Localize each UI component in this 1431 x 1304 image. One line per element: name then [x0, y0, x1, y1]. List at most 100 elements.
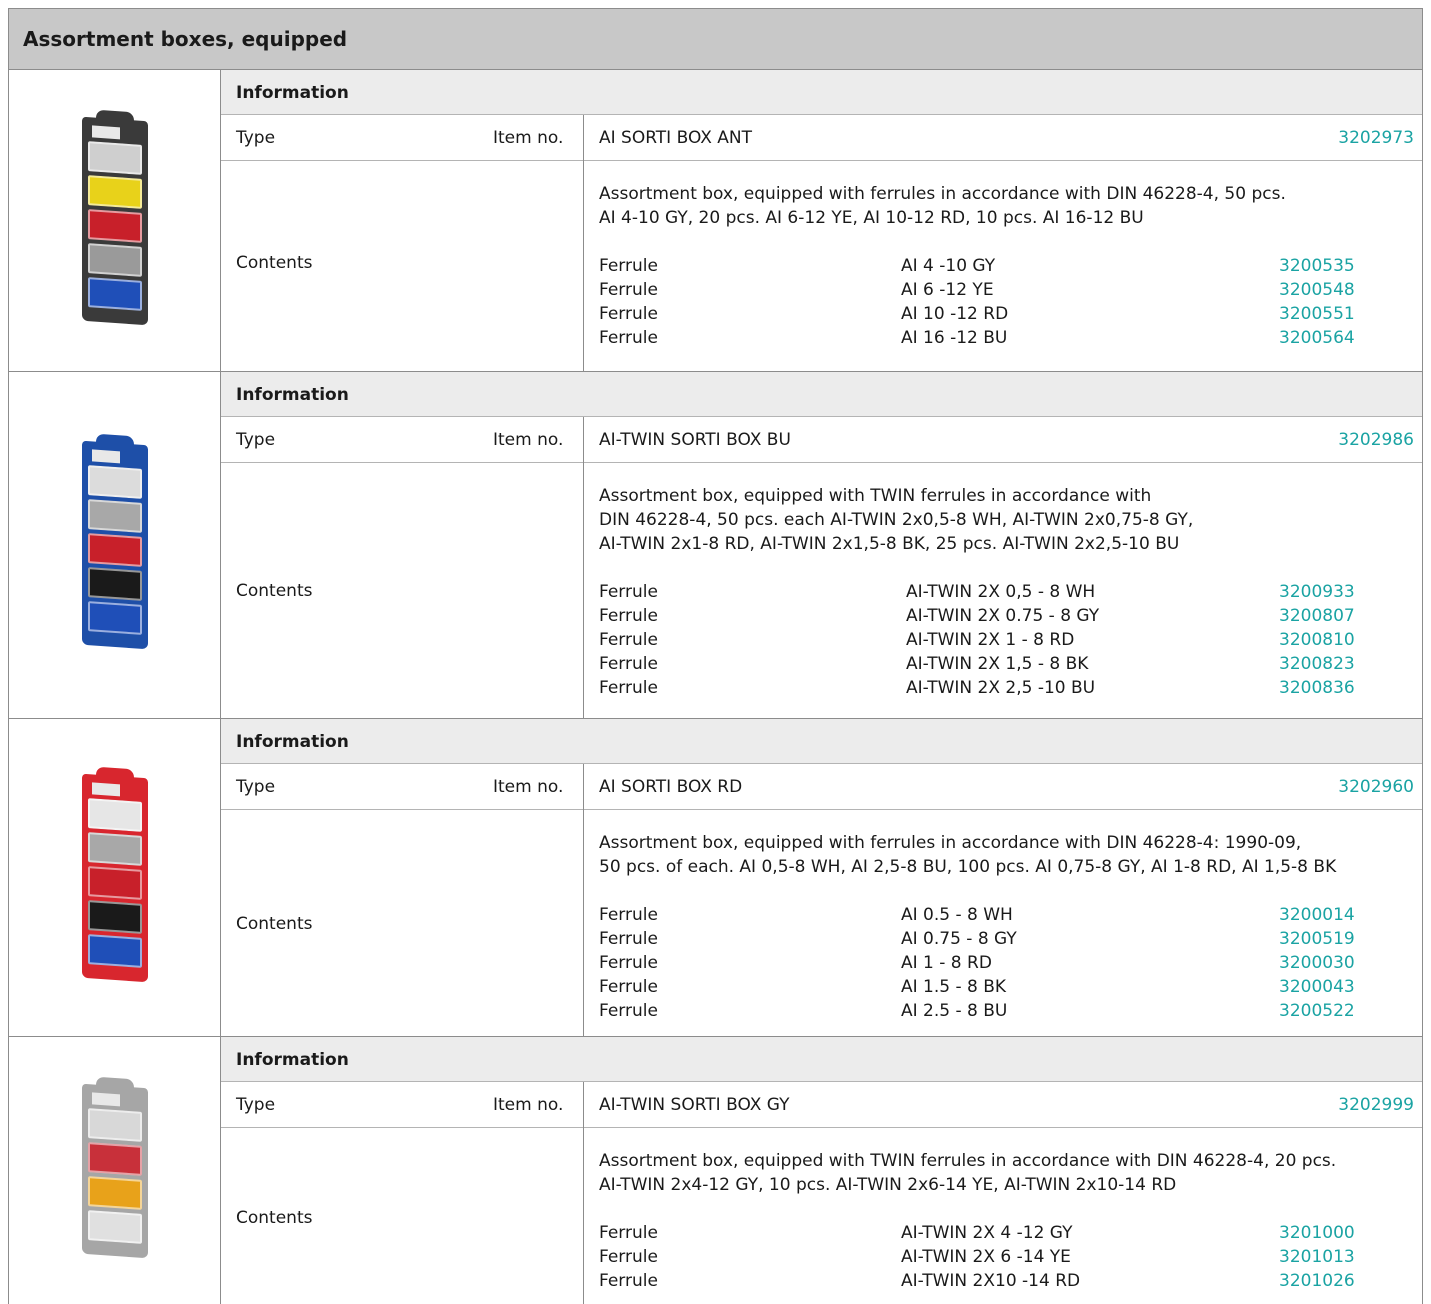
ferrule-row: Ferrule AI-TWIN 2X 1 - 8 RD 3200810 — [599, 628, 1422, 652]
drawer — [87, 499, 142, 533]
ferrule-row: Ferrule AI 0.5 - 8 WH 3200014 — [599, 903, 1422, 927]
contents-description: Assortment box, equipped with TWIN ferru… — [599, 484, 1193, 556]
ferrule-item-link[interactable]: 3200030 — [1279, 951, 1355, 975]
ferrule-name: Ferrule — [599, 256, 658, 276]
product-block: Information Type Item no. AI-TWIN SORTI … — [9, 1037, 1422, 1304]
ferrule-row: Ferrule AI-TWIN 2X 4 -12 GY 3201000 — [599, 1221, 1422, 1245]
ferrule-row: Ferrule AI-TWIN 2X 2,5 -10 BU 3200836 — [599, 676, 1422, 700]
ferrule-item-link[interactable]: 3200810 — [1279, 628, 1355, 652]
type-row: Type Item no. AI SORTI BOX ANT 3202973 — [221, 115, 1422, 161]
drawer — [87, 865, 142, 900]
drawer — [87, 140, 142, 175]
ferrule-row: Ferrule AI-TWIN 2X10 -14 RD 3201026 — [599, 1269, 1422, 1293]
drawer — [87, 1141, 142, 1176]
ferrule-type: AI-TWIN 2X 1 - 8 RD — [906, 630, 1075, 650]
hanger — [95, 766, 134, 785]
contents-description: Assortment box, equipped with ferrules i… — [599, 182, 1286, 230]
ferrule-item-link[interactable]: 3201013 — [1279, 1245, 1355, 1269]
information-header: Information — [221, 70, 1422, 115]
ferrule-name: Ferrule — [599, 630, 658, 650]
description-line: Assortment box, equipped with ferrules i… — [599, 833, 1302, 853]
ferrule-item-link[interactable]: 3200535 — [1279, 254, 1355, 278]
drawer — [87, 1175, 142, 1210]
ferrule-name: Ferrule — [599, 304, 658, 324]
hanger — [95, 109, 134, 128]
contents-label: Contents — [236, 1208, 313, 1228]
description-line: Assortment box, equipped with ferrules i… — [599, 184, 1286, 204]
drawer — [87, 899, 142, 934]
information-label: Information — [236, 732, 349, 752]
product-image-cell — [9, 719, 221, 1036]
ferrule-type: AI 6 -12 YE — [901, 280, 994, 300]
item-no-label: Item no. — [493, 430, 564, 450]
ferrule-type: AI-TWIN 2X 0.75 - 8 GY — [906, 606, 1100, 626]
ferrule-row: Ferrule AI 10 -12 RD 3200551 — [599, 302, 1422, 326]
assortment-box-image — [81, 109, 148, 325]
ferrule-type: AI 4 -10 GY — [901, 256, 996, 276]
logo-label — [91, 124, 120, 139]
type-label: Type — [236, 128, 276, 148]
drawer — [87, 533, 142, 567]
assortment-table: Assortment boxes, equipped Information T… — [8, 8, 1423, 1304]
logo-label — [91, 449, 120, 464]
information-header: Information — [221, 719, 1422, 764]
ferrule-item-link[interactable]: 3200807 — [1279, 604, 1355, 628]
ferrule-item-link[interactable]: 3200519 — [1279, 927, 1355, 951]
ferrule-item-link[interactable]: 3200933 — [1279, 580, 1355, 604]
ferrule-name: Ferrule — [599, 905, 658, 925]
description-line: Assortment box, equipped with TWIN ferru… — [599, 486, 1152, 506]
ferrule-type: AI 1 - 8 RD — [901, 953, 992, 973]
column-divider — [583, 160, 584, 371]
ferrule-type: AI-TWIN 2X 6 -14 YE — [901, 1247, 1071, 1267]
ferrule-item-link[interactable]: 3201000 — [1279, 1221, 1355, 1245]
contents-label: Contents — [236, 914, 313, 934]
type-label: Type — [236, 430, 276, 450]
ferrule-item-link[interactable]: 3200551 — [1279, 302, 1355, 326]
item-no-label: Item no. — [493, 128, 564, 148]
ferrule-type: AI-TWIN 2X 0,5 - 8 WH — [906, 582, 1096, 602]
item-no-link[interactable]: 3202960 — [1338, 777, 1414, 797]
information-label: Information — [236, 385, 349, 405]
drawer — [87, 601, 142, 635]
ferrule-name: Ferrule — [599, 1271, 658, 1291]
ferrule-name: Ferrule — [599, 1247, 658, 1267]
ferrule-item-link[interactable]: 3200014 — [1279, 903, 1355, 927]
drawer — [87, 208, 142, 243]
ferrule-row: Ferrule AI-TWIN 2X 1,5 - 8 BK 3200823 — [599, 652, 1422, 676]
ferrule-item-link[interactable]: 3200522 — [1279, 999, 1355, 1023]
ferrule-item-link[interactable]: 3200836 — [1279, 676, 1355, 700]
contents-row: Contents Assortment box, equipped with f… — [221, 809, 1422, 1036]
item-no-link[interactable]: 3202986 — [1338, 430, 1414, 450]
description-line: AI 4-10 GY, 20 pcs. AI 6-12 YE, AI 10-12… — [599, 208, 1144, 228]
type-name: AI SORTI BOX RD — [599, 777, 743, 797]
drawer — [87, 567, 142, 601]
item-no-link[interactable]: 3202999 — [1338, 1095, 1414, 1115]
ferrule-item-link[interactable]: 3200548 — [1279, 278, 1355, 302]
contents-row: Contents Assortment box, equipped with T… — [221, 1127, 1422, 1304]
logo-label — [91, 781, 120, 796]
product-block: Information Type Item no. AI SORTI BOX R… — [9, 719, 1422, 1037]
ferrule-item-link[interactable]: 3200564 — [1279, 326, 1355, 350]
item-no-link[interactable]: 3202973 — [1338, 128, 1414, 148]
ferrule-item-link[interactable]: 3201026 — [1279, 1269, 1355, 1293]
description-line: AI-TWIN 2x4-12 GY, 10 pcs. AI-TWIN 2x6-1… — [599, 1175, 1177, 1195]
drawer — [87, 174, 142, 209]
ferrule-type: AI 0.5 - 8 WH — [901, 905, 1013, 925]
ferrule-item-link[interactable]: 3200823 — [1279, 652, 1355, 676]
ferrule-item-link[interactable]: 3200043 — [1279, 975, 1355, 999]
assortment-box-image — [81, 433, 148, 650]
ferrule-list: Ferrule AI-TWIN 2X 4 -12 GY 3201000 Ferr… — [599, 1221, 1422, 1293]
ferrule-row: Ferrule AI-TWIN 2X 6 -14 YE 3201013 — [599, 1245, 1422, 1269]
ferrule-name: Ferrule — [599, 280, 658, 300]
description-line: AI-TWIN 2x1-8 RD, AI-TWIN 2x1,5-8 BK, 25… — [599, 534, 1180, 554]
assortment-box-image — [81, 1076, 148, 1258]
ferrule-name: Ferrule — [599, 654, 658, 674]
hanger — [95, 1076, 134, 1095]
product-block: Information Type Item no. AI-TWIN SORTI … — [9, 372, 1422, 719]
ferrule-name: Ferrule — [599, 606, 658, 626]
ferrule-type: AI-TWIN 2X 2,5 -10 BU — [906, 678, 1096, 698]
product-image-cell — [9, 372, 221, 718]
product-image-cell — [9, 1037, 221, 1304]
ferrule-row: Ferrule AI 4 -10 GY 3200535 — [599, 254, 1422, 278]
assortment-box-image — [81, 766, 148, 982]
